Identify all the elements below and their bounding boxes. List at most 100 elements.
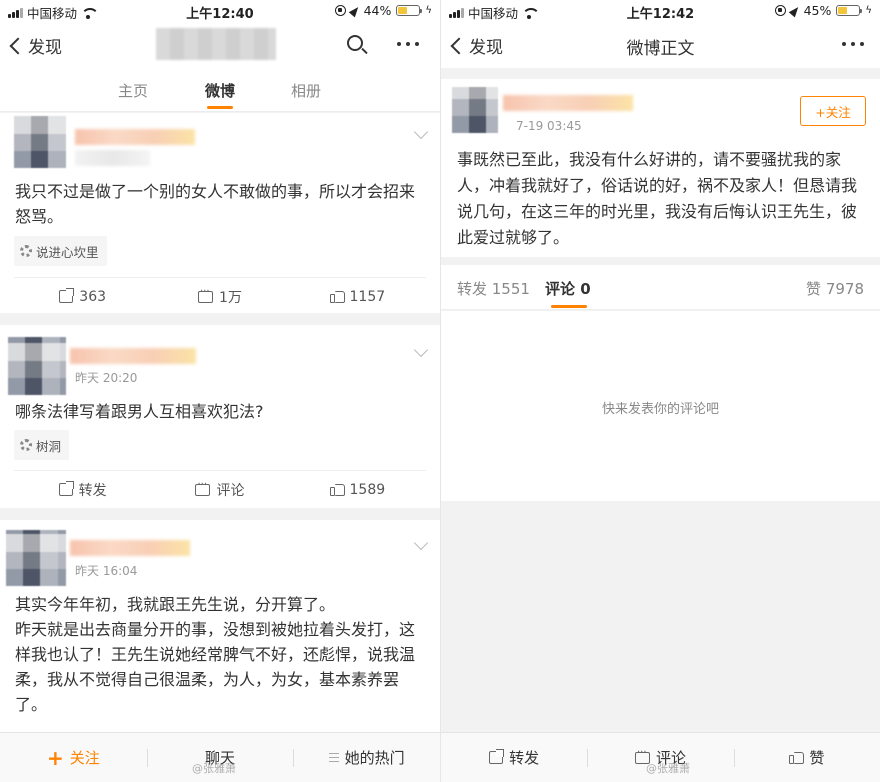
battery-icon xyxy=(396,5,423,16)
battery-percent: 45% xyxy=(803,3,832,18)
nav-bar: 发现 微博正文 xyxy=(441,22,880,68)
post-text: 事既然已至此，我没有什么好讲的，请不要骚扰我的家人，冲着我就好了，俗话说的好，祸… xyxy=(457,150,858,247)
battery-percent: 44% xyxy=(363,3,392,18)
chevron-down-icon[interactable] xyxy=(413,124,429,140)
repost-button[interactable]: 转发 xyxy=(14,471,151,508)
post-detail-screen: 中国移动 上午12:42 45% ϟ 发现 微博正文 7-19 03:45 +关… xyxy=(440,0,880,782)
orientation-lock-icon xyxy=(334,5,346,16)
post-actions: 363 1万 1157 xyxy=(14,277,426,315)
charging-icon: ϟ xyxy=(865,5,872,16)
location-icon xyxy=(788,4,801,17)
battery-icon xyxy=(836,5,863,16)
repost-button[interactable]: 转发 xyxy=(441,733,587,782)
watermark: @张雅萧 xyxy=(646,762,690,775)
like-button[interactable]: 1157 xyxy=(289,278,426,315)
comment-button[interactable]: 评论 xyxy=(151,471,288,508)
post-time: 昨天 20:20 xyxy=(75,371,138,385)
like-button[interactable]: 赞 xyxy=(733,733,880,782)
search-icon[interactable] xyxy=(347,35,363,51)
status-bar: 中国移动 上午12:42 45% ϟ xyxy=(441,0,880,22)
nav-bar: 发现 xyxy=(0,22,440,68)
chevron-down-icon[interactable] xyxy=(413,342,429,358)
charging-icon: ϟ xyxy=(425,5,432,16)
more-menu-button[interactable] xyxy=(842,42,864,46)
thumbs-up-icon xyxy=(789,751,805,764)
comment-label: 评论 xyxy=(216,482,245,499)
plus-icon: + xyxy=(46,745,64,770)
back-label: 发现 xyxy=(28,38,62,58)
tab-album[interactable]: 相册 xyxy=(291,80,321,101)
post-card[interactable]: 我只不过是做了一个别的女人不敢做的事，所以才会招来怒骂。 说进心坎里 363 1… xyxy=(0,113,440,313)
post-card[interactable]: 昨天 16:04 其实今年年初，我就跟王先生说，分开算了。 昨天就是出去商量分开… xyxy=(0,520,440,732)
comment-count: 1万 xyxy=(219,289,242,306)
comment-icon xyxy=(195,479,211,496)
blurred-username xyxy=(156,28,276,60)
topic-icon xyxy=(20,439,32,451)
blurred-name xyxy=(70,348,196,364)
repost-icon xyxy=(489,749,505,764)
like-count: 1589 xyxy=(349,481,386,498)
back-button[interactable]: 发现 xyxy=(9,33,62,58)
thumbs-up-icon xyxy=(329,483,345,496)
more-menu-button[interactable] xyxy=(397,42,419,46)
orientation-lock-icon xyxy=(774,5,786,16)
chevron-left-icon xyxy=(9,37,27,55)
tab-reposts[interactable]: 转发 1551 xyxy=(457,278,530,299)
hot-posts-button[interactable]: 她的热门 xyxy=(293,733,440,782)
blurred-name xyxy=(75,129,195,145)
topic-icon xyxy=(20,245,32,257)
topic-tag[interactable]: 树洞 xyxy=(14,430,70,460)
tab-home[interactable]: 主页 xyxy=(118,80,148,101)
topic-label: 说进心坎里 xyxy=(36,244,99,260)
interaction-tabs: 转发 1551 评论 0 赞 7978 xyxy=(441,265,880,310)
comment-icon xyxy=(198,286,214,303)
chevron-down-icon[interactable] xyxy=(413,535,429,551)
repost-icon xyxy=(58,481,74,496)
post-text: 其实今年年初，我就跟王先生说，分开算了。 昨天就是出去商量分开的事，没想到被她拉… xyxy=(15,595,416,714)
like-label: 赞 xyxy=(809,749,825,767)
hot-label: 她的热门 xyxy=(344,749,405,767)
repost-label: 转发 xyxy=(509,749,540,767)
thumbs-up-icon xyxy=(329,290,345,303)
post-actions: 转发 评论 1589 xyxy=(14,470,426,508)
location-icon xyxy=(348,4,361,17)
follow-button[interactable]: +关注 xyxy=(800,96,866,126)
blurred-name xyxy=(70,540,190,556)
active-tab-indicator xyxy=(551,305,587,308)
repost-icon xyxy=(59,288,75,303)
avatar[interactable] xyxy=(8,337,66,395)
empty-comments-text: 快来发表你的评论吧 xyxy=(601,402,719,417)
tab-likes[interactable]: 赞 7978 xyxy=(806,278,864,299)
comment-button[interactable]: 1万 xyxy=(151,278,288,315)
status-bar: 中国移动 上午12:40 44% ϟ xyxy=(0,0,440,22)
profile-tabs: 主页 微博 相册 xyxy=(0,68,440,112)
blurred-meta xyxy=(75,150,150,166)
topic-tag[interactable]: 说进心坎里 xyxy=(14,236,107,266)
topic-label: 树洞 xyxy=(36,438,62,454)
blurred-name xyxy=(503,95,633,111)
active-tab-indicator xyxy=(207,106,233,109)
post-time: 7-19 03:45 xyxy=(516,119,582,133)
avatar[interactable] xyxy=(6,530,66,586)
post-detail: 7-19 03:45 +关注 事既然已至此，我没有什么好讲的，请不要骚扰我的家人… xyxy=(441,79,880,257)
post-time: 昨天 16:04 xyxy=(75,564,138,578)
post-text: 哪条法律写着跟男人互相喜欢犯法? xyxy=(15,402,264,421)
post-card[interactable]: 昨天 20:20 哪条法律写着跟男人互相喜欢犯法? 树洞 转发 评论 1589 xyxy=(0,325,440,508)
profile-screen: 中国移动 上午12:40 44% ϟ 发现 主页 微博 相册 我只不过是做了一个… xyxy=(0,0,440,782)
comments-empty-state: 快来发表你的评论吧 xyxy=(441,311,880,501)
like-count: 1157 xyxy=(349,288,386,305)
like-button[interactable]: 1589 xyxy=(289,471,426,508)
page-title: 微博正文 xyxy=(626,39,695,59)
repost-count: 363 xyxy=(79,288,107,305)
post-text: 我只不过是做了一个别的女人不敢做的事，所以才会招来怒骂。 xyxy=(15,182,416,226)
repost-button[interactable]: 363 xyxy=(14,278,151,315)
watermark: @张雅萧 xyxy=(192,762,236,775)
avatar[interactable] xyxy=(14,116,66,168)
list-icon xyxy=(328,753,339,762)
avatar[interactable] xyxy=(452,87,498,133)
follow-label: 关注 xyxy=(69,749,100,767)
tab-weibo[interactable]: 微博 xyxy=(205,80,235,101)
tab-comments[interactable]: 评论 0 xyxy=(545,278,591,299)
repost-label: 转发 xyxy=(78,482,107,499)
follow-button[interactable]: + 关注 xyxy=(0,733,147,782)
